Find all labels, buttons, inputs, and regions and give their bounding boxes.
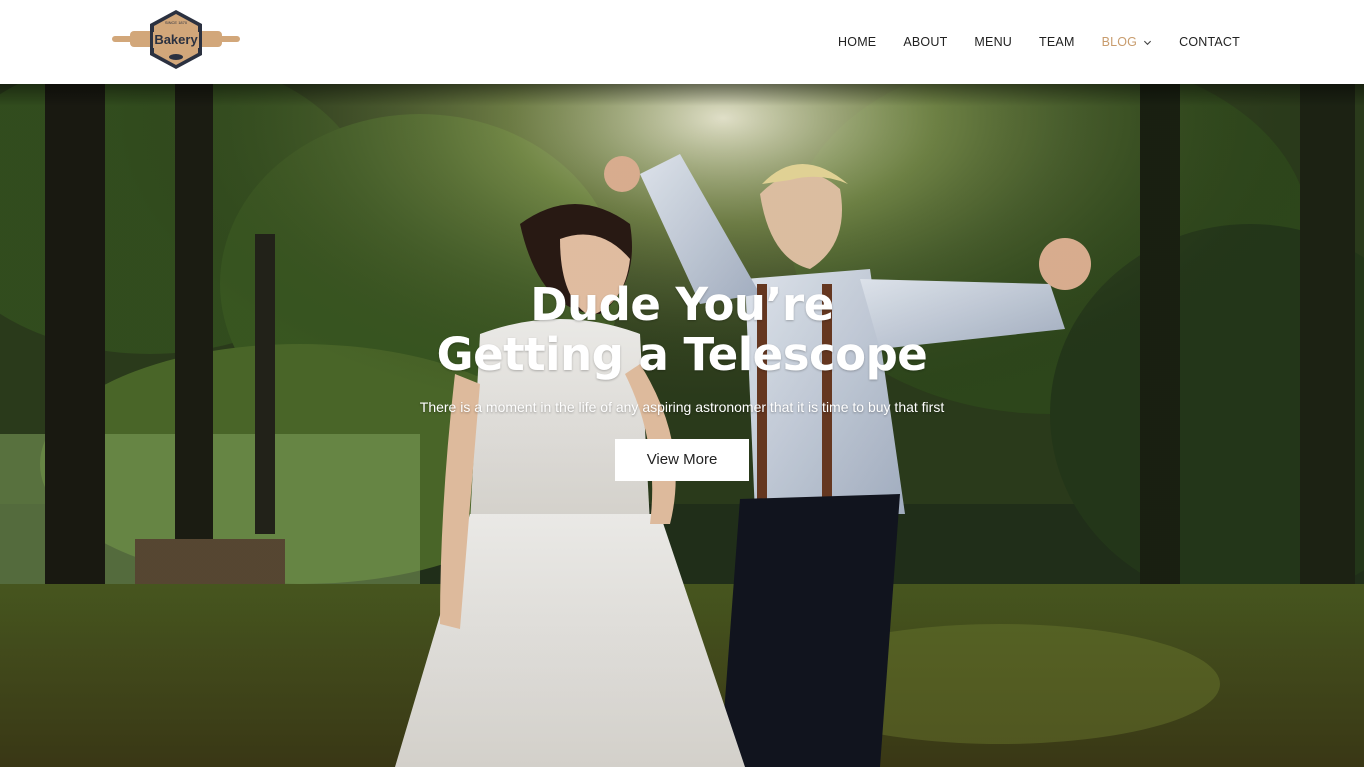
logo-tagline: SINCE 1870 xyxy=(165,20,188,25)
nav-blog-label: BLOG xyxy=(1101,35,1138,49)
hero-subtitle: There is a moment in the life of any asp… xyxy=(419,399,945,415)
hero-title: Dude You’re Getting a Telescope xyxy=(436,278,928,381)
chevron-down-icon xyxy=(1144,40,1152,45)
site-header: SINCE 1870 Bakery HOME ABOUT MENU TEAM B… xyxy=(0,0,1364,84)
nav-about[interactable]: ABOUT xyxy=(903,35,947,49)
nav-home[interactable]: HOME xyxy=(838,35,876,49)
nav-blog[interactable]: BLOG xyxy=(1102,35,1153,49)
hero-content: Dude You’re Getting a Telescope There is… xyxy=(332,280,1032,481)
nav-team[interactable]: TEAM xyxy=(1039,35,1075,49)
hero-banner: Dude You’re Getting a Telescope There is… xyxy=(0,84,1364,767)
nav-menu[interactable]: MENU xyxy=(974,35,1012,49)
view-more-button[interactable]: View More xyxy=(615,439,749,481)
nav-contact[interactable]: CONTACT xyxy=(1179,35,1240,49)
bakery-logo[interactable]: SINCE 1870 Bakery xyxy=(112,8,240,72)
main-nav: HOME ABOUT MENU TEAM BLOG CONTACT xyxy=(811,0,1240,84)
logo-text: Bakery xyxy=(154,32,198,47)
